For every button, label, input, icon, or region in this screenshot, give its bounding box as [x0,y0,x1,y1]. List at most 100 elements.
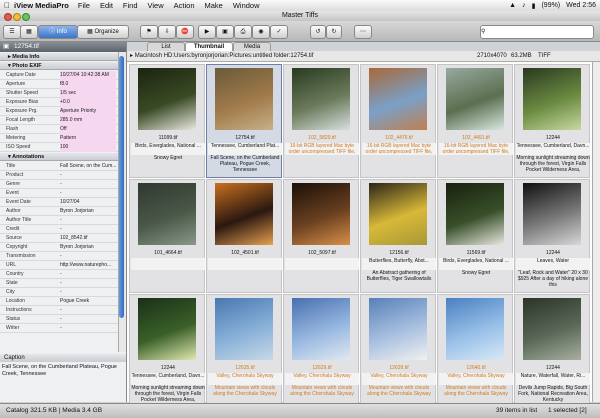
exif-value[interactable]: Pattern [60,134,116,143]
thumbnail-cell[interactable]: 102_5097.tif [283,179,359,293]
exif-value[interactable]: f8.0 [60,80,116,89]
thumbnail-cell[interactable]: 12244 Tennessee, Cumberland, Davn... Morni… [514,64,590,178]
thumbnail-cell[interactable]: 11569.tif Birds, Everglades, National ...… [437,179,513,293]
thumbnail-image[interactable] [446,183,504,245]
menu-file[interactable]: File [78,1,90,10]
exif-value[interactable]: 1/5 sec [60,89,116,98]
exif-value[interactable]: 285.0 mm [60,116,116,125]
wifi-icon[interactable]: ▲ [509,2,516,9]
battery-icon[interactable]: ▮ [532,2,536,10]
menu-view[interactable]: View [148,1,164,10]
annot-value[interactable]: - [60,315,116,324]
menu-make[interactable]: Make [205,1,223,10]
clock[interactable]: Wed 2:56 [566,2,596,9]
annot-row[interactable]: Credit - [0,225,118,234]
menu-edit[interactable]: Edit [100,1,113,10]
import-icon[interactable]: ⇩ [158,25,176,39]
annot-value[interactable]: - [60,288,116,297]
thumbnail-image[interactable] [138,68,196,130]
exif-value[interactable]: Off [60,125,116,134]
annot-row[interactable]: Location Pogue Creek [0,297,118,306]
annot-row[interactable]: State - [0,279,118,288]
print-icon[interactable]: ⎙ [234,25,252,39]
annot-row[interactable]: Instructions - [0,306,118,315]
apple-icon[interactable]:  [0,1,14,10]
exif-row[interactable]: Shutter Speed 1/5 sec [0,89,118,98]
section-media-info[interactable]: ▸ Media Info [0,53,118,61]
exif-row[interactable]: ISO Speed 100 [0,143,118,152]
annot-row[interactable]: Source 102_8542.tif [0,234,118,243]
thumbnail-image[interactable] [292,298,350,360]
exif-row[interactable]: Focal Length 285.0 mm [0,116,118,125]
annot-row[interactable]: City - [0,288,118,297]
rotate-left-icon[interactable]: ↺ [310,25,326,39]
thumbnail-cell[interactable]: 101_4664.tif [129,179,205,293]
annot-value[interactable]: - [60,216,116,225]
annot-row[interactable]: Copyright Byron Jorjorian [0,243,118,252]
preview-icon[interactable]: ◉ [252,25,270,39]
annot-value[interactable]: - [60,189,116,198]
annot-value[interactable]: 10/27/04 [60,198,116,207]
thumbnail-image[interactable] [292,68,350,130]
thumbnail-cell[interactable]: 12244 Nature, Waterfall, Water, Ri... Devi… [514,294,590,408]
thumbnail-image[interactable] [138,298,196,360]
annot-row[interactable]: Writer - [0,324,118,333]
battery-percent[interactable]: (99%) [541,2,560,9]
info-panel-scroll-thumb[interactable] [119,56,124,318]
thumbnail-cell[interactable]: 11099.tif Birds, Everglades, National ...… [129,64,205,178]
annot-value[interactable]: - [60,306,116,315]
annot-value[interactable]: - [60,270,116,279]
annot-row[interactable]: Product - [0,171,118,180]
catalog-icon[interactable]: ▦ [20,25,38,39]
exif-value[interactable]: Aperture Priority [60,107,116,116]
volume-icon[interactable]: ♪ [522,2,526,9]
thumbnail-cell[interactable]: 12754.tif Tennessee, Cumberland Plat... Fa… [206,64,282,178]
minimize-window-icon[interactable] [13,13,21,21]
search-field[interactable]: ⚲ [480,25,594,39]
thumbnail-image[interactable] [292,183,350,245]
thumbnail-cell[interactable]: 12635.tif Valley, Cherohala Skyway Mountai… [206,294,282,408]
exif-row[interactable]: Metering Pattern [0,134,118,143]
disclosure-icon[interactable]: ▸ [130,53,133,59]
thumbnail-image[interactable] [523,183,581,245]
thumbnail-cell[interactable]: 12244 Tennessee, Cumberland, Davn... Morni… [129,294,205,408]
thumbnail-image[interactable] [215,68,273,130]
annot-value[interactable]: http://www.naturepho... [60,261,116,270]
organize-tab-button[interactable]: ▦ Organize [77,25,129,39]
thumbnail-image[interactable] [369,183,427,245]
sidebar-toggle-icon[interactable]: ☰ [3,25,21,39]
thumbnail-cell[interactable]: 12156.tif Butterflies, Butterfly, Abst...… [360,179,436,293]
thumbnail-image[interactable] [138,183,196,245]
thumbnail-cell[interactable]: 12640.tif Valley, Cherohala Skyway Mountai… [437,294,513,408]
annot-row[interactable]: Country - [0,270,118,279]
section-photo-exif[interactable]: ▾ Photo EXIF [0,62,118,70]
thumbnail-image[interactable] [446,298,504,360]
annot-row[interactable]: URL http://www.naturepho... [0,261,118,270]
menu-window[interactable]: Window [233,1,260,10]
annot-row[interactable]: Status - [0,315,118,324]
exif-row[interactable]: Capture Date 10/27/04 10:42:38 AM [0,71,118,80]
annot-row[interactable]: Event Date 10/27/04 [0,198,118,207]
thumbnail-image[interactable] [523,68,581,130]
thumbnail-cell[interactable]: 102_4491.tif 16-bit RGB layered Mac byte … [437,64,513,178]
exif-value[interactable]: 10/27/04 10:42:38 AM [60,71,116,80]
annot-value[interactable]: - [60,252,116,261]
thumbnail-image[interactable] [523,298,581,360]
exif-row[interactable]: Exposure Bias +0.0 [0,98,118,107]
lightbox-icon[interactable]: ▣ [216,25,234,39]
options-icon[interactable]: ⋯ [354,25,372,39]
annot-value[interactable]: 102_8542.tif [60,234,116,243]
annot-value[interactable]: - [60,180,116,189]
annot-row[interactable]: Event - [0,189,118,198]
annot-value[interactable]: - [60,225,116,234]
annot-value[interactable]: Byron Jorjorian [60,243,116,252]
tag-icon[interactable]: ⚑ [140,25,158,39]
close-window-icon[interactable] [4,13,12,21]
annot-value[interactable]: Pogue Creek [60,297,116,306]
rotate-right-icon[interactable]: ↻ [326,25,342,39]
info-tab-button[interactable]: ⓘ Info [38,25,78,39]
menu-find[interactable]: Find [123,1,138,10]
thumbnail-cell[interactable]: 102_4476.tif 16-bit RGB layered Mac byte … [360,64,436,178]
app-menu[interactable]: iView MediaPro [14,1,69,10]
zoom-window-icon[interactable] [22,13,30,21]
